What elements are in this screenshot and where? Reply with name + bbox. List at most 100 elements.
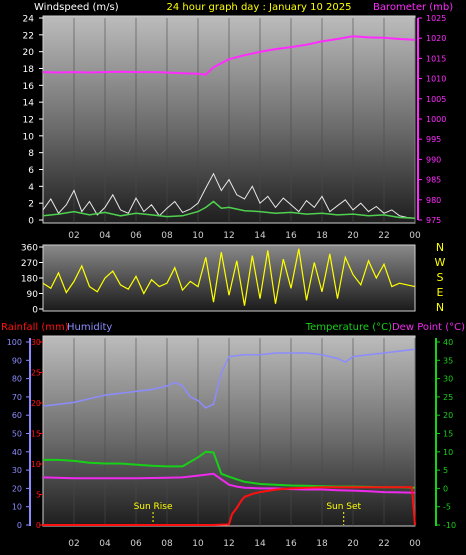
barometer-y-tick-label: 980 — [426, 196, 441, 205]
temperature-y-tick-label: -10 — [443, 521, 456, 530]
direction-y-tick-label: 180 — [21, 275, 38, 285]
temp-x-tick-label: 20 — [347, 539, 359, 549]
temperature-y-tick-label: 15 — [443, 430, 453, 439]
direction-y-tick-label: 270 — [21, 259, 38, 269]
wind-x-tick-label: 22 — [378, 231, 389, 241]
direction-y-axis: 0 90 180 270 360 — [21, 244, 43, 316]
sunrise-label: Sun Rise — [134, 502, 173, 512]
weather-graph: Windspeed (m/s) 24 hour graph day : Janu… — [1, 2, 465, 549]
rainfall-y-tick-label: 25 — [31, 369, 41, 378]
barometer-y-tick-label: 975 — [426, 216, 441, 225]
rainfall-axis-label: Rainfall (mm) — [1, 322, 69, 333]
humidity-y-tick-label: 50 — [12, 430, 22, 439]
temperature-y-tick-label: 30 — [443, 375, 453, 384]
humidity-y-tick-label: 10 — [12, 503, 22, 512]
wind-y-tick-label: 0 — [28, 217, 34, 227]
humidity-y-tick-label: 20 — [12, 484, 22, 493]
humidity-y-axis: 0 10 20 30 40 50 60 70 80 90 100 — [7, 338, 30, 530]
temperature-y-tick-label: 10 — [443, 448, 453, 457]
wind-x-tick-label: 12 — [223, 231, 234, 241]
wind-x-tick-label: 02 — [68, 231, 79, 241]
wind-y-tick-label: 14 — [23, 99, 35, 109]
temp-x-tick-label: 02 — [68, 539, 79, 549]
temperature-y-tick-label: 40 — [443, 338, 453, 347]
compass-label: S — [437, 271, 444, 284]
barometer-axis-label: Barometer (mb) — [373, 2, 453, 13]
barometer-y-tick-label: 1005 — [426, 95, 446, 104]
barometer-y-tick-label: 995 — [426, 135, 441, 144]
wind-x-tick-label: 06 — [130, 231, 142, 241]
rainfall-y-tick-label: 15 — [31, 430, 41, 439]
wind-y-axis: 024681012141618202224 — [23, 15, 43, 227]
temperature-y-tick-label: -5 — [443, 503, 451, 512]
wind-x-tick-label: 04 — [99, 231, 111, 241]
temp-x-tick-label: 06 — [130, 539, 142, 549]
direction-y-tick-label: 90 — [27, 290, 39, 300]
temp-x-tick-label: 10 — [192, 539, 204, 549]
temperature-y-tick-label: 35 — [443, 356, 453, 365]
dewpoint-axis-label: Dew Point (°C) — [392, 322, 465, 333]
temp-x-tick-label: 22 — [378, 539, 389, 549]
sunset-label: Sun Set — [326, 502, 361, 512]
temp-x-tick-label: 08 — [161, 539, 173, 549]
wind-x-axis: 02 04 06 08 10 12 14 16 18 20 22 00 — [68, 231, 421, 241]
temp-x-tick-label: 04 — [99, 539, 111, 549]
direction-y-tick-label: 0 — [32, 306, 38, 316]
temp-x-axis: 02 04 06 08 10 12 14 16 18 20 22 00 — [68, 539, 421, 549]
wind-x-tick-label: 18 — [316, 231, 328, 241]
temperature-axis-label: Temperature (°C) — [305, 322, 392, 333]
wind-y-tick-label: 12 — [23, 116, 34, 126]
wind-y-tick-label: 24 — [23, 15, 35, 25]
wind-y-tick-label: 2 — [28, 200, 34, 210]
barometer-y-tick-label: 990 — [426, 155, 441, 164]
temp-x-tick-label: 00 — [409, 539, 421, 549]
wind-y-tick-label: 22 — [23, 31, 34, 41]
humidity-y-tick-label: 40 — [12, 448, 22, 457]
wind-y-tick-label: 16 — [23, 82, 35, 92]
humidity-y-tick-label: 30 — [12, 466, 22, 475]
direction-y-tick-label: 360 — [21, 244, 38, 254]
humidity-axis-label: Humidity — [67, 322, 112, 333]
windspeed-axis-label: Windspeed (m/s) — [34, 2, 119, 13]
temperature-y-tick-label: 0 — [443, 484, 448, 493]
humidity-y-tick-label: 60 — [12, 411, 22, 420]
humidity-y-tick-label: 0 — [17, 521, 22, 530]
compass-label: N — [436, 301, 444, 314]
direction-panel-background — [42, 244, 416, 312]
humidity-y-tick-label: 80 — [12, 375, 22, 384]
humidity-y-tick-label: 70 — [12, 393, 22, 402]
compass-label: E — [437, 286, 444, 299]
wind-y-tick-label: 6 — [28, 166, 34, 176]
wind-x-tick-label: 08 — [161, 231, 173, 241]
barometer-y-tick-label: 1010 — [426, 75, 446, 84]
wind-y-tick-label: 20 — [23, 48, 35, 58]
rainfall-y-tick-label: 10 — [31, 460, 41, 469]
wind-x-tick-label: 00 — [409, 231, 421, 241]
rainfall-y-axis: 0 5 10 15 20 25 30 — [31, 338, 43, 530]
wind-x-tick-label: 20 — [347, 231, 359, 241]
wind-y-tick-label: 10 — [23, 132, 35, 142]
temperature-y-axis: -10 -5 0 5 10 15 20 25 30 35 40 — [436, 338, 456, 530]
temp-x-tick-label: 12 — [223, 539, 234, 549]
compass-labels: NWSEN — [435, 241, 446, 314]
temp-x-tick-label: 18 — [316, 539, 328, 549]
humidity-y-tick-label: 90 — [12, 356, 22, 365]
rainfall-y-tick-label: 0 — [36, 521, 41, 530]
wind-x-tick-label: 14 — [254, 231, 266, 241]
barometer-y-tick-label: 985 — [426, 176, 441, 185]
wind-y-tick-label: 4 — [28, 183, 34, 193]
wind-x-tick-label: 16 — [285, 231, 297, 241]
wind-y-tick-label: 8 — [28, 149, 34, 159]
barometer-y-tick-label: 1000 — [426, 115, 446, 124]
barometer-y-axis: 975 980 985 990 995 1000 1005 1010 1015 1020 1025 — [417, 14, 446, 225]
rainfall-y-tick-label: 30 — [31, 338, 41, 347]
rainfall-y-tick-label: 5 — [36, 491, 41, 500]
wind-y-tick-label: 18 — [23, 65, 35, 75]
compass-label: N — [436, 241, 444, 254]
temperature-y-tick-label: 25 — [443, 393, 453, 402]
wind-x-tick-label: 10 — [192, 231, 204, 241]
temp-x-tick-label: 16 — [285, 539, 297, 549]
humidity-y-tick-label: 100 — [7, 338, 22, 347]
barometer-y-tick-label: 1025 — [426, 14, 446, 23]
barometer-y-tick-label: 1020 — [426, 34, 446, 43]
